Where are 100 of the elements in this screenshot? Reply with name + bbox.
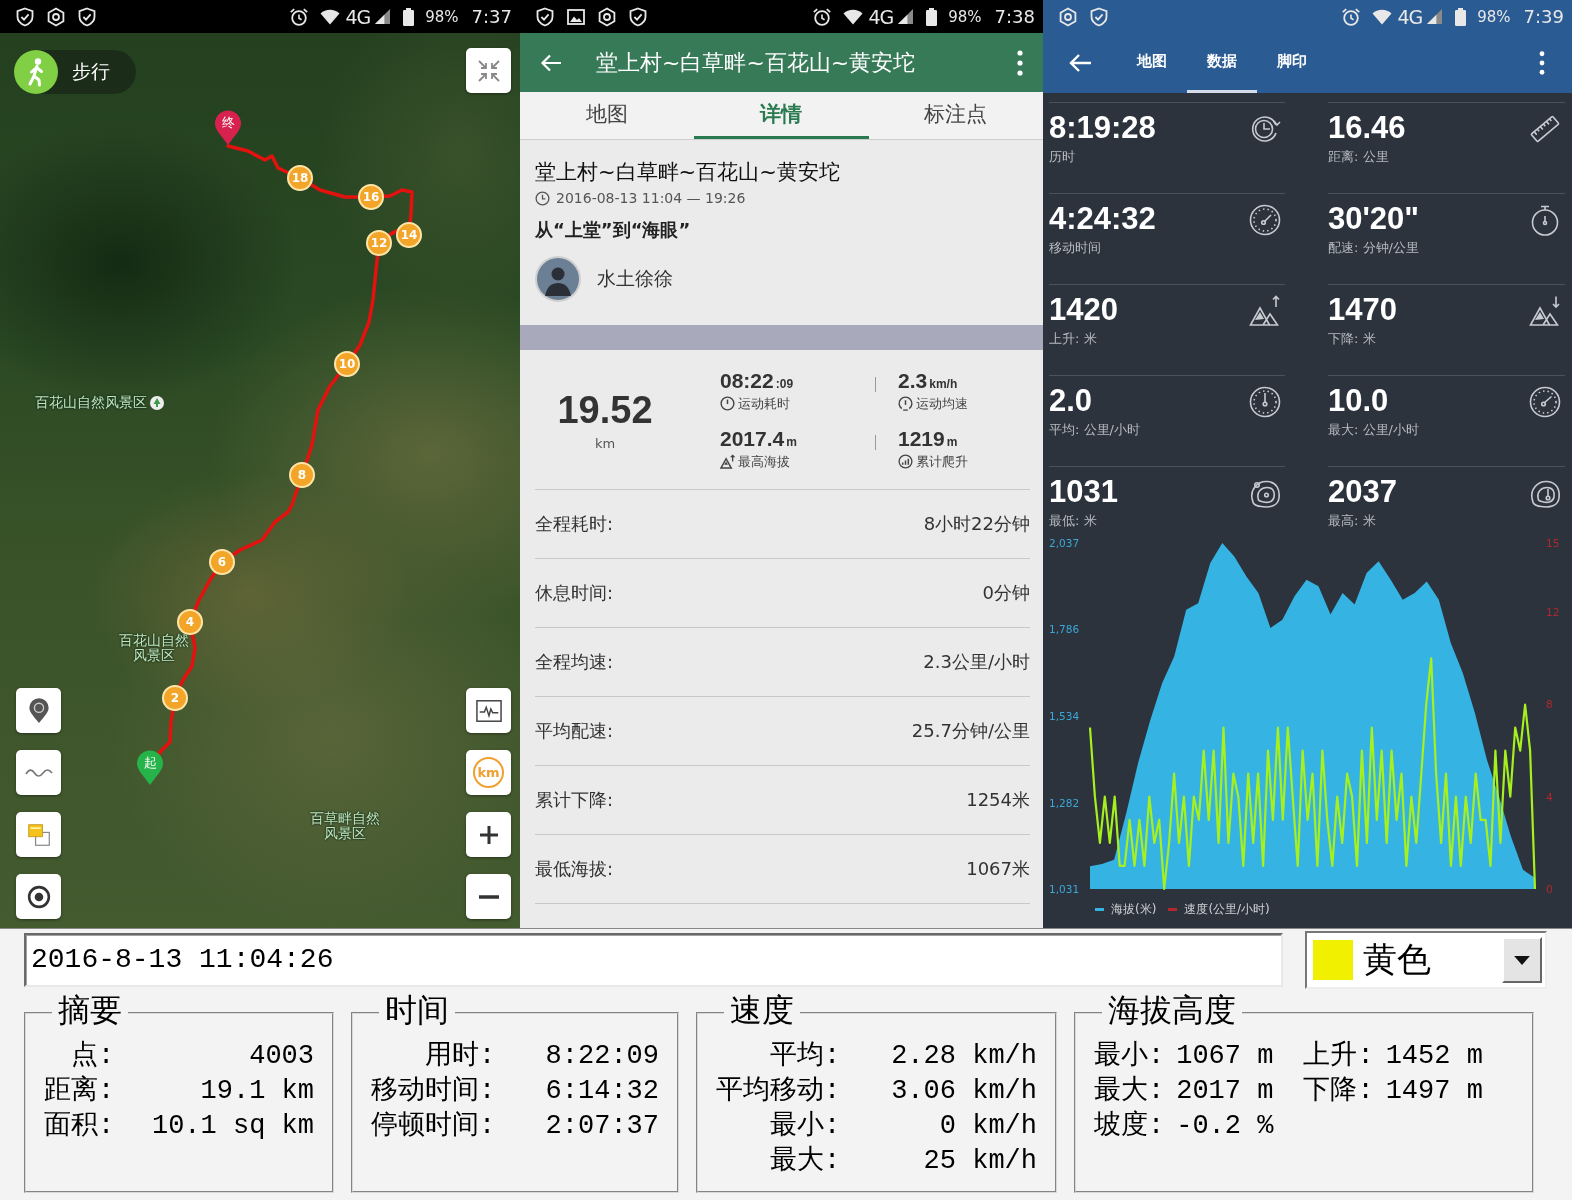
battery-percentage: 98% (425, 6, 459, 27)
collapse-button[interactable] (466, 48, 511, 93)
plus-icon (478, 824, 499, 845)
wifi-icon (843, 8, 864, 25)
wave-icon (24, 767, 53, 778)
stat-label: 用时: (425, 1040, 496, 1073)
mountain-up-arrow-icon (1249, 295, 1281, 327)
stat-unit: :09 (775, 376, 794, 391)
speedometer-icon (1249, 204, 1281, 236)
row-value: 8小时22分钟 (923, 512, 1030, 536)
network-type-label: 4G (345, 5, 371, 28)
shield-check-icon (1089, 6, 1109, 27)
stat-label: 平均移动: (716, 1075, 841, 1108)
stat-label: 下降: (1303, 1075, 1374, 1108)
avatar-icon[interactable] (535, 256, 581, 302)
stat-value: 6:14:32 (545, 1075, 659, 1108)
network-type-label: 4G (1397, 5, 1423, 28)
stat-label: 最大: (1094, 1074, 1165, 1108)
stat-value: 1497 m (1385, 1075, 1483, 1108)
stat-value: 1067 m (1176, 1040, 1274, 1073)
back-arrow-icon[interactable] (1068, 53, 1092, 73)
row-label: 平均配速: (535, 719, 614, 743)
clock-icon (1249, 113, 1281, 145)
metric-label: 最低: 米 (1049, 512, 1098, 530)
axis-tick-label: 12 (1546, 606, 1560, 619)
metric-label: 下降: 米 (1328, 330, 1377, 348)
walk-mode-button[interactable]: 步行 (14, 50, 136, 94)
tab[interactable]: 数据 (1187, 33, 1257, 93)
stat-label: 最大: (770, 1144, 841, 1178)
signal-icon (898, 9, 914, 24)
stat-value: 2017.4 (720, 426, 785, 451)
row-label: 休息时间: (535, 581, 614, 605)
dropdown-arrow-button[interactable] (1502, 937, 1542, 983)
end-pin-marker: 终 (214, 110, 242, 146)
author-name[interactable]: 水土徐徐 (597, 266, 673, 292)
metric-value: 8:19:28 (1049, 111, 1156, 145)
target-icon (25, 884, 52, 909)
distance-unit: km (594, 436, 616, 451)
distance-marker: 12 (366, 230, 392, 256)
zoom-in-button[interactable] (466, 812, 511, 857)
gauge-icon (1529, 386, 1561, 418)
metric-value: 4:24:32 (1049, 202, 1156, 236)
more-options-icon[interactable] (1539, 51, 1545, 75)
stopwatch-icon (1529, 204, 1561, 236)
clock-icon (720, 396, 735, 411)
color-dropdown[interactable]: 黄色 (1305, 931, 1547, 989)
metric-value: 10.0 (1328, 384, 1390, 418)
axis-tick-label: 1,786 (1049, 623, 1080, 636)
metric-value: 30'20" (1328, 202, 1420, 236)
battery-icon (1455, 7, 1467, 26)
map-pin-button[interactable] (16, 688, 61, 733)
map-pin-icon (27, 697, 50, 724)
stat-value: 1452 m (1385, 1040, 1483, 1073)
chart-button[interactable] (466, 688, 511, 733)
tab[interactable]: 脚印 (1257, 33, 1327, 93)
stat-label: 上升: (1303, 1039, 1374, 1073)
distance-marker: 16 (358, 184, 384, 210)
zoom-out-button[interactable] (466, 874, 511, 919)
shield-check-icon (628, 6, 648, 27)
more-options-icon[interactable] (1017, 49, 1023, 76)
tab[interactable]: 地图 (1117, 33, 1187, 93)
minus-icon (478, 894, 499, 899)
stat-unit: m (786, 434, 797, 449)
hexagon-icon (1058, 6, 1078, 27)
alarm-clock-icon (289, 6, 310, 27)
axis-tick-label: 4 (1546, 790, 1553, 803)
stat-value: 08:22 (720, 368, 774, 393)
hexagon-icon (597, 6, 617, 27)
gauge-icon (1249, 386, 1281, 418)
signal-icon (375, 9, 391, 24)
locate-button[interactable] (16, 874, 61, 919)
stat-label: 点: (71, 1039, 115, 1073)
metric-label: 上升: 米 (1049, 330, 1098, 348)
tab[interactable]: 标注点 (868, 92, 1043, 139)
distance-marker: 6 (209, 549, 235, 575)
metric-label: 配速: 分钟/公里 (1328, 239, 1420, 257)
metric-value: 1470 (1328, 293, 1397, 327)
layers-button[interactable] (16, 812, 61, 857)
tab[interactable]: 详情 (694, 92, 869, 139)
map-place-label: 百花山自然风景区 (35, 395, 147, 410)
shield-check-icon (535, 6, 555, 27)
track-style-button[interactable] (16, 750, 61, 795)
back-arrow-icon[interactable] (540, 53, 562, 72)
metric-label: 最高: 米 (1328, 512, 1377, 530)
stat-label: 最高海拔 (738, 452, 790, 471)
line-chart-icon (475, 698, 502, 723)
tab[interactable]: 地图 (520, 92, 695, 139)
metric-label: 平均: 公里/小时 (1049, 421, 1140, 439)
time-range: 2016-08-13 11:04 — 19:26 (556, 190, 746, 206)
distance-marker: 14 (396, 222, 422, 248)
metric-value: 1031 (1049, 475, 1118, 509)
row-label: 最低海拔: (535, 857, 614, 881)
group-title: 时间 (384, 995, 450, 1031)
axis-tick-label: 1,031 (1049, 883, 1080, 895)
stat-value: 4003 (249, 1040, 314, 1073)
stat-label: 平均: (770, 1040, 841, 1073)
timestamp-field[interactable]: 2016-8-13 11:04:26 (24, 933, 1283, 987)
distance-marker: 8 (289, 462, 315, 488)
distance-value: 19.52 (557, 388, 653, 432)
stat-value: 19.1 km (200, 1075, 314, 1108)
